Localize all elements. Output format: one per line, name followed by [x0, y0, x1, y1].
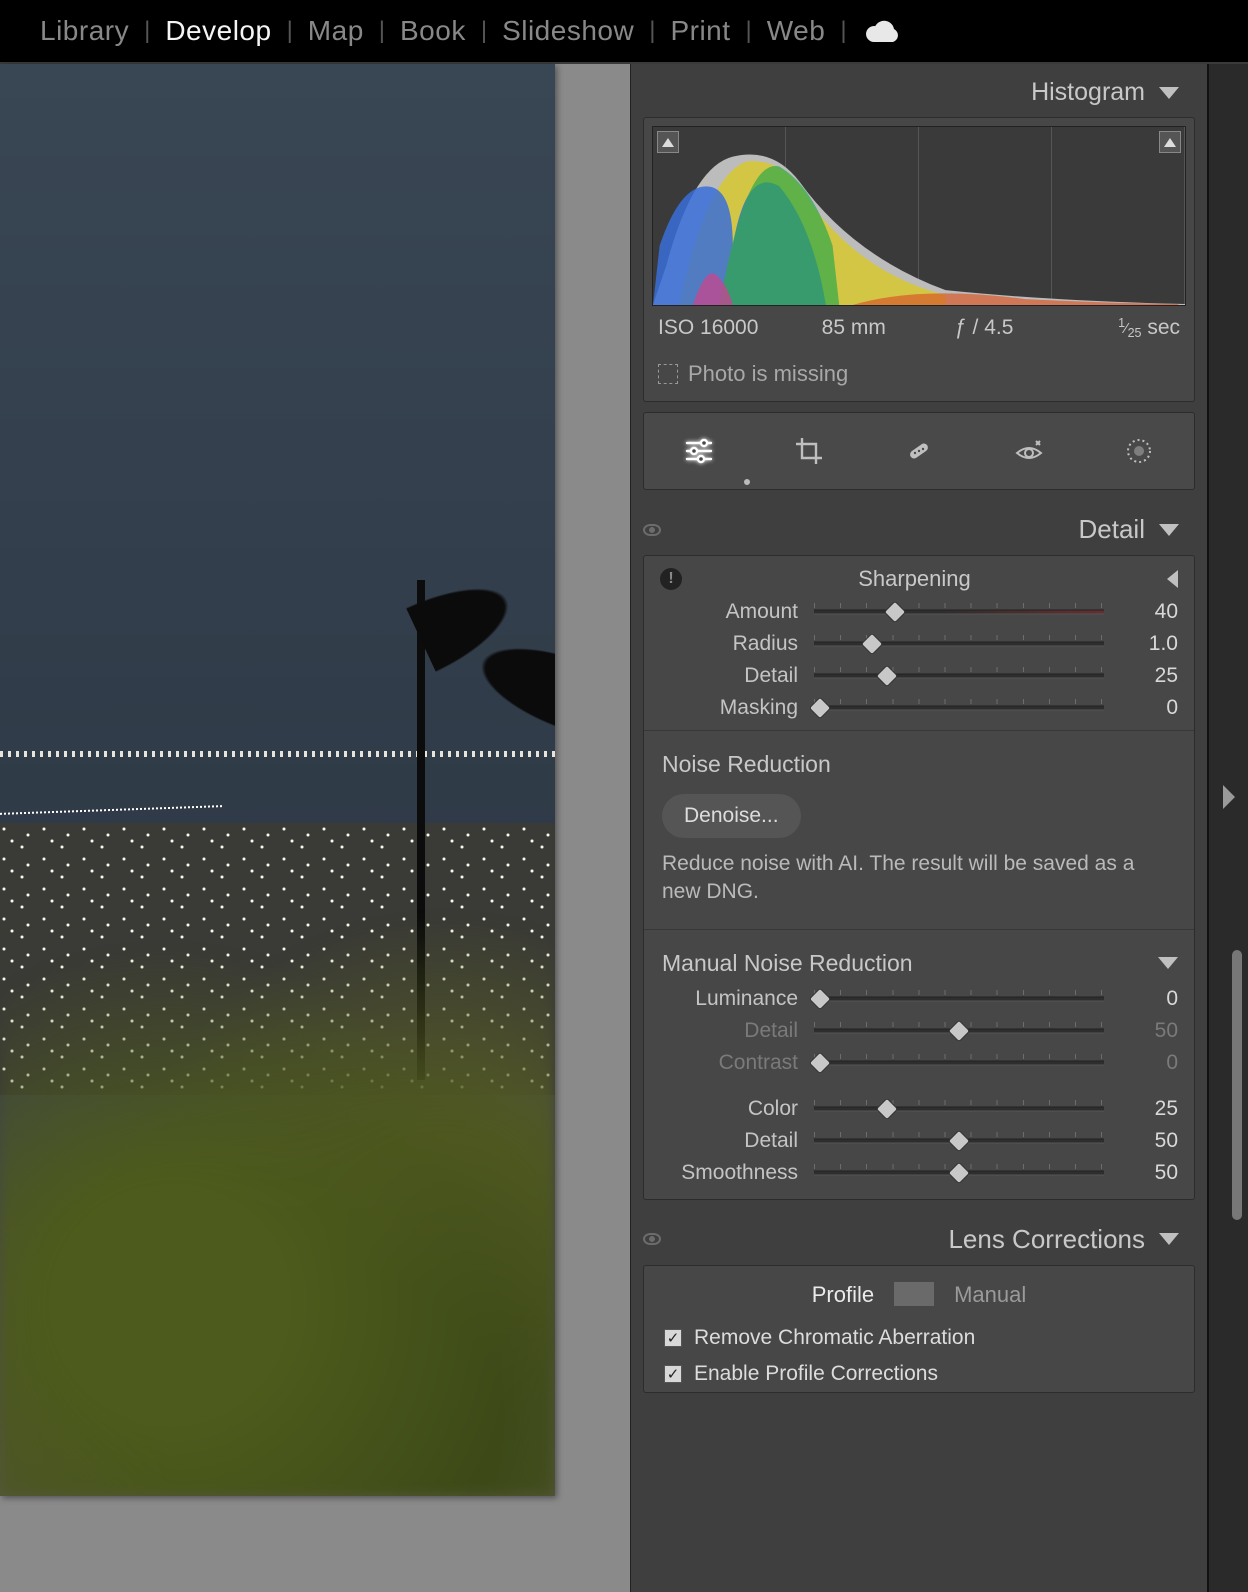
histogram-title: Histogram — [1031, 78, 1145, 107]
panel-visibility-toggle-icon[interactable] — [643, 524, 661, 536]
tab-print[interactable]: Print — [670, 15, 730, 47]
tool-strip — [643, 412, 1195, 490]
checkbox-checked-icon: ✓ — [664, 1329, 682, 1347]
enable-profile-corrections-checkbox[interactable]: ✓ Enable Profile Corrections — [644, 1356, 1194, 1392]
lens-corrections-title: Lens Corrections — [948, 1224, 1145, 1255]
chevron-down-icon — [1158, 957, 1178, 969]
remove-chromatic-aberration-checkbox[interactable]: ✓ Remove Chromatic Aberration — [644, 1320, 1194, 1356]
detail-panel-header[interactable]: Detail — [631, 500, 1207, 555]
exif-summary: ISO 16000 85 mm ƒ / 4.5 1⁄25 sec — [652, 306, 1186, 345]
tab-develop[interactable]: Develop — [165, 15, 271, 47]
healing-tool-icon[interactable] — [897, 429, 941, 473]
histogram-panel: ISO 16000 85 mm ƒ / 4.5 1⁄25 sec Photo i… — [643, 117, 1195, 402]
right-panel: Histogram — [630, 64, 1208, 1592]
chevron-down-icon — [1159, 524, 1179, 536]
luminance-slider[interactable]: Luminance 0 — [644, 983, 1194, 1015]
histogram-panel-header[interactable]: Histogram — [631, 64, 1207, 117]
denoise-help-text: Reduce noise with AI. The result will be… — [644, 846, 1194, 923]
panel-visibility-toggle-icon[interactable] — [643, 1233, 661, 1245]
lens-tab-profile[interactable]: Profile — [792, 1282, 894, 1308]
histogram-graph[interactable] — [652, 126, 1186, 306]
manual-noise-reduction-header[interactable]: Manual Noise Reduction — [644, 936, 1194, 983]
sharpening-detail-slider[interactable]: Detail 25 — [644, 660, 1194, 692]
chevron-down-icon — [1159, 1233, 1179, 1245]
color-detail-slider[interactable]: Detail 50 — [644, 1125, 1194, 1157]
lens-corrections-header[interactable]: Lens Corrections — [631, 1210, 1207, 1265]
denoise-button[interactable]: Denoise... — [662, 794, 801, 838]
exif-shutter: 1⁄25 sec — [1050, 316, 1181, 341]
expand-panel-arrow-icon[interactable] — [1223, 785, 1235, 809]
sharpening-amount-slider[interactable]: Amount 40 — [644, 596, 1194, 628]
chevron-down-icon — [1159, 87, 1179, 99]
luminance-detail-slider[interactable]: Detail 50 — [644, 1015, 1194, 1047]
chevron-left-icon[interactable] — [1167, 570, 1178, 588]
image-preview-area — [0, 64, 630, 1592]
right-panel-edge — [1208, 64, 1248, 1592]
lens-corrections-panel: Profile Manual ✓ Remove Chromatic Aberra… — [643, 1265, 1195, 1393]
sharpening-masking-slider[interactable]: Masking 0 — [644, 692, 1194, 724]
detail-title: Detail — [1079, 514, 1145, 545]
color-smoothness-slider[interactable]: Smoothness 50 — [644, 1157, 1194, 1189]
tab-library[interactable]: Library — [40, 15, 129, 47]
exif-aperture: ƒ / 4.5 — [919, 316, 1050, 341]
missing-photo-icon — [658, 364, 678, 384]
cloud-sync-icon[interactable] — [866, 20, 900, 42]
image-preview[interactable] — [0, 64, 555, 1496]
warning-icon[interactable]: ! — [660, 568, 682, 590]
lens-tab-manual[interactable]: Manual — [934, 1282, 1046, 1308]
module-tabs: Library | Develop | Map | Book | Slidesh… — [0, 0, 1248, 62]
redeye-tool-icon[interactable] — [1007, 429, 1051, 473]
exif-focal: 85 mm — [789, 316, 920, 341]
color-noise-slider[interactable]: Color 25 — [644, 1093, 1194, 1125]
photo-missing-warning: Photo is missing — [652, 355, 1186, 393]
checkbox-checked-icon: ✓ — [664, 1365, 682, 1383]
edit-tool-icon[interactable] — [677, 429, 721, 473]
tab-web[interactable]: Web — [767, 15, 826, 47]
masking-tool-icon[interactable] — [1117, 429, 1161, 473]
tab-map[interactable]: Map — [308, 15, 364, 47]
noise-reduction-title: Noise Reduction — [644, 737, 1194, 784]
exif-iso: ISO 16000 — [658, 316, 789, 341]
scrollbar-thumb[interactable] — [1232, 950, 1242, 1220]
tab-slideshow[interactable]: Slideshow — [502, 15, 634, 47]
crop-tool-icon[interactable] — [787, 429, 831, 473]
tab-book[interactable]: Book — [400, 15, 466, 47]
luminance-contrast-slider[interactable]: Contrast 0 — [644, 1047, 1194, 1079]
detail-panel: ! Sharpening Amount 40 Radius 1.0 Detail — [643, 555, 1195, 1200]
sharpening-title: Sharpening — [702, 566, 1167, 592]
sharpening-radius-slider[interactable]: Radius 1.0 — [644, 628, 1194, 660]
